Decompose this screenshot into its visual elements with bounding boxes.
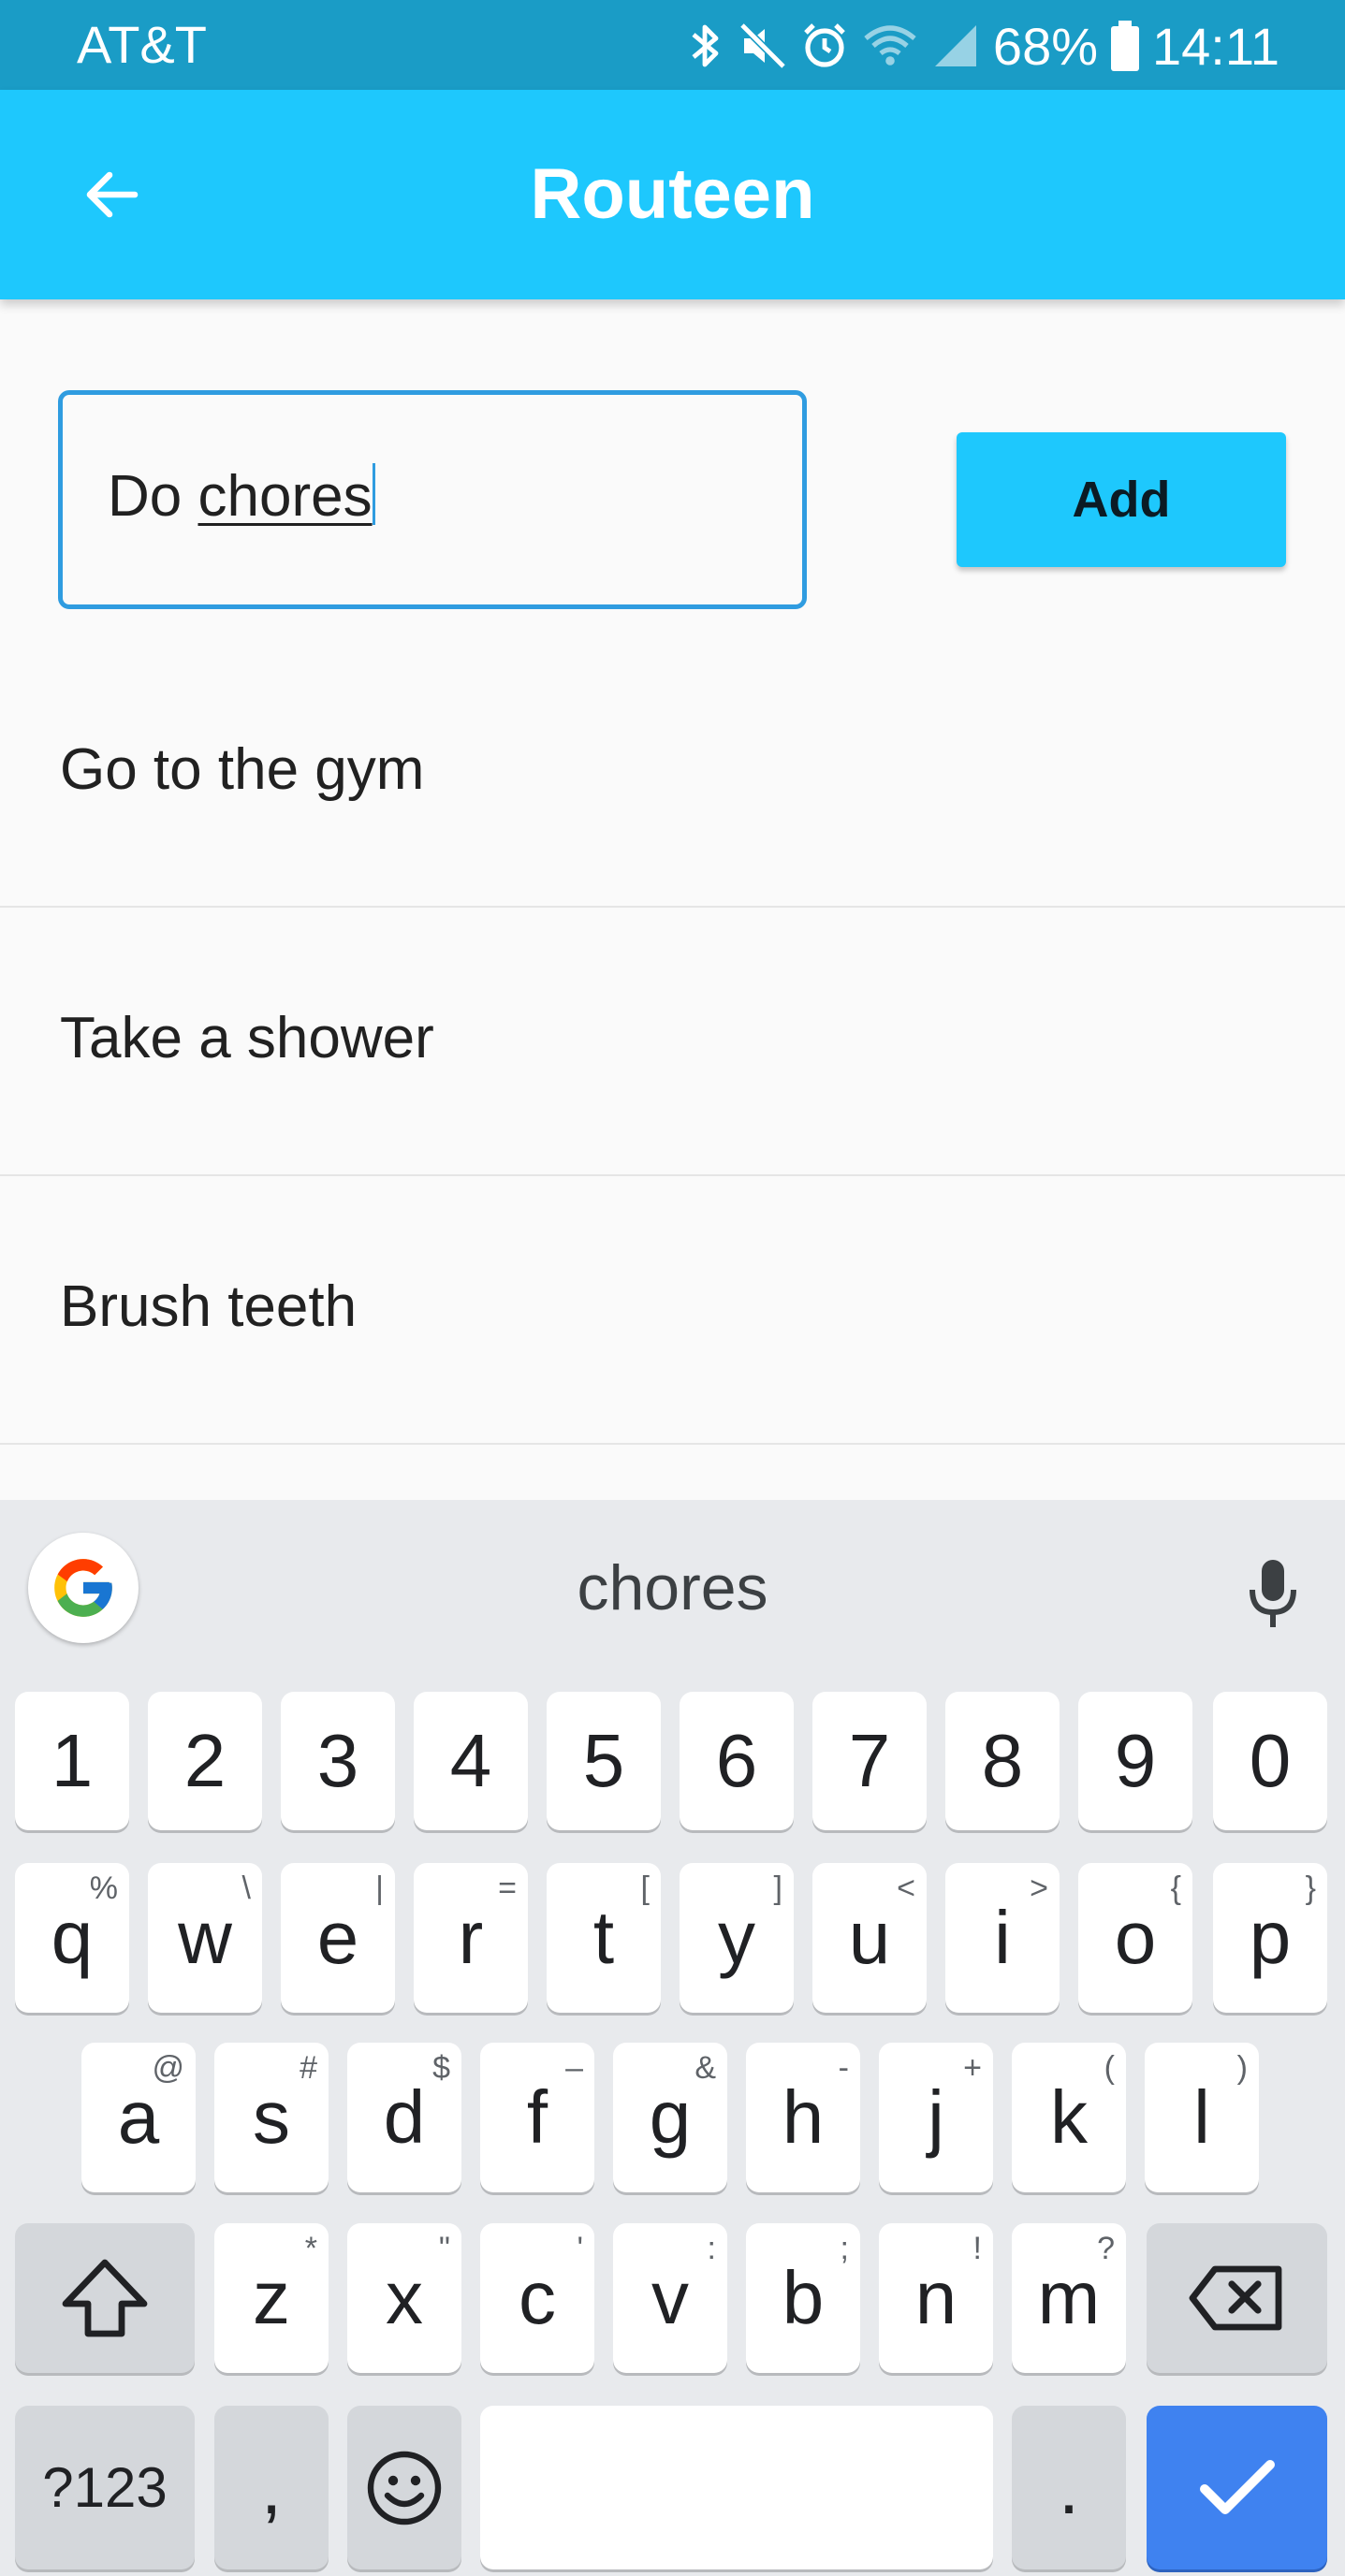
key-z[interactable]: * z (214, 2223, 329, 2373)
key-t[interactable]: [t (547, 1863, 661, 2013)
key-f[interactable]: – f (480, 2043, 594, 2192)
signal-icon (931, 22, 980, 70)
key-w[interactable]: \ w (148, 1863, 262, 2013)
key-3[interactable]: 3 (281, 1692, 395, 1830)
wifi-icon (862, 22, 918, 70)
page-title: Routeen (530, 154, 815, 234)
key-v[interactable]: :v (613, 2223, 727, 2373)
list-item[interactable]: Brush teeth (0, 1176, 1345, 1445)
battery-label: 68% (992, 16, 1099, 76)
task-label: Brush teeth (60, 1274, 358, 1339)
period-key[interactable]: . (1012, 2406, 1126, 2569)
soft-keyboard: chores 1 2 3 4 5 6 7 8 9 0 % q \ w | e = r [… (0, 1500, 1345, 2576)
key-r[interactable]: = r (414, 1863, 528, 2013)
input-composing-word: chores (197, 464, 373, 529)
shift-key[interactable] (15, 2223, 195, 2373)
key-j[interactable]: + j (879, 2043, 993, 2192)
emoji-icon (367, 2451, 442, 2525)
task-list: Go to the gym Take a shower Brush teeth (0, 639, 1345, 1445)
key-n[interactable]: ! n (879, 2223, 993, 2373)
key-k[interactable]: (k (1012, 2043, 1126, 2192)
task-input-value[interactable]: Do chores (108, 462, 375, 531)
key-9[interactable]: 9 (1078, 1692, 1192, 1830)
clock-label: 14:11 (1152, 16, 1279, 76)
key-2[interactable]: 2 (148, 1692, 262, 1830)
symbols-key[interactable]: ?123 (15, 2406, 195, 2569)
key-o[interactable]: {o (1078, 1863, 1192, 2013)
task-label: Take a shower (60, 1006, 434, 1070)
key-s[interactable]: # s (214, 2043, 329, 2192)
comma-key[interactable]: , (214, 2406, 329, 2569)
carrier-label: AT&T (77, 15, 207, 74)
battery-icon (1111, 21, 1140, 71)
key-q[interactable]: % q (15, 1863, 129, 2013)
task-label: Go to the gym (60, 737, 425, 802)
key-0[interactable]: 0 (1213, 1692, 1327, 1830)
key-b[interactable]: ; b (746, 2223, 860, 2373)
key-m[interactable]: ? m (1012, 2223, 1126, 2373)
key-x[interactable]: " x (347, 2223, 461, 2373)
key-g[interactable]: & g (613, 2043, 727, 2192)
suggestion-strip: chores (0, 1500, 1345, 1673)
key-h[interactable]: -h (746, 2043, 860, 2192)
emoji-key[interactable] (347, 2406, 461, 2569)
checkmark-icon (1199, 2459, 1275, 2514)
key-a[interactable]: @ a (81, 2043, 196, 2192)
alarm-icon (800, 22, 849, 70)
key-d[interactable]: $ d (347, 2043, 461, 2192)
task-input[interactable]: Do chores (58, 390, 807, 609)
key-l[interactable]: ) l (1145, 2043, 1259, 2192)
key-c[interactable]: ' c (480, 2223, 594, 2373)
enter-key[interactable] (1147, 2406, 1327, 2569)
key-4[interactable]: 4 (414, 1692, 528, 1830)
key-5[interactable]: 5 (547, 1692, 661, 1830)
microphone-icon (1250, 1560, 1296, 1627)
list-item[interactable]: Go to the gym (0, 639, 1345, 908)
key-8[interactable]: 8 (945, 1692, 1060, 1830)
key-6[interactable]: 6 (680, 1692, 794, 1830)
bluetooth-icon (688, 20, 725, 72)
shift-icon (62, 2259, 148, 2337)
mute-icon (738, 22, 787, 70)
status-bar: AT&T 68% 14:11 (0, 0, 1345, 90)
space-key[interactable] (480, 2406, 993, 2569)
key-y[interactable]: ] y (680, 1863, 794, 2013)
backspace-icon (1189, 2265, 1281, 2331)
key-e[interactable]: | e (281, 1863, 395, 2013)
app-bar: Routeen (0, 90, 1345, 299)
list-item[interactable]: Take a shower (0, 908, 1345, 1176)
backspace-key[interactable] (1147, 2223, 1327, 2373)
input-text-prefix: Do (108, 464, 198, 529)
key-i[interactable]: > i (945, 1863, 1060, 2013)
key-1[interactable]: 1 (15, 1692, 129, 1830)
status-icons: 68% 14:11 (688, 13, 1279, 79)
suggestion-word[interactable]: chores (0, 1552, 1345, 1623)
key-u[interactable]: < u (812, 1863, 927, 2013)
voice-input-button[interactable] (1235, 1547, 1310, 1640)
text-caret (372, 463, 375, 525)
add-button[interactable]: Add (957, 432, 1286, 567)
key-7[interactable]: 7 (812, 1692, 927, 1830)
key-p[interactable]: } p (1213, 1863, 1327, 2013)
